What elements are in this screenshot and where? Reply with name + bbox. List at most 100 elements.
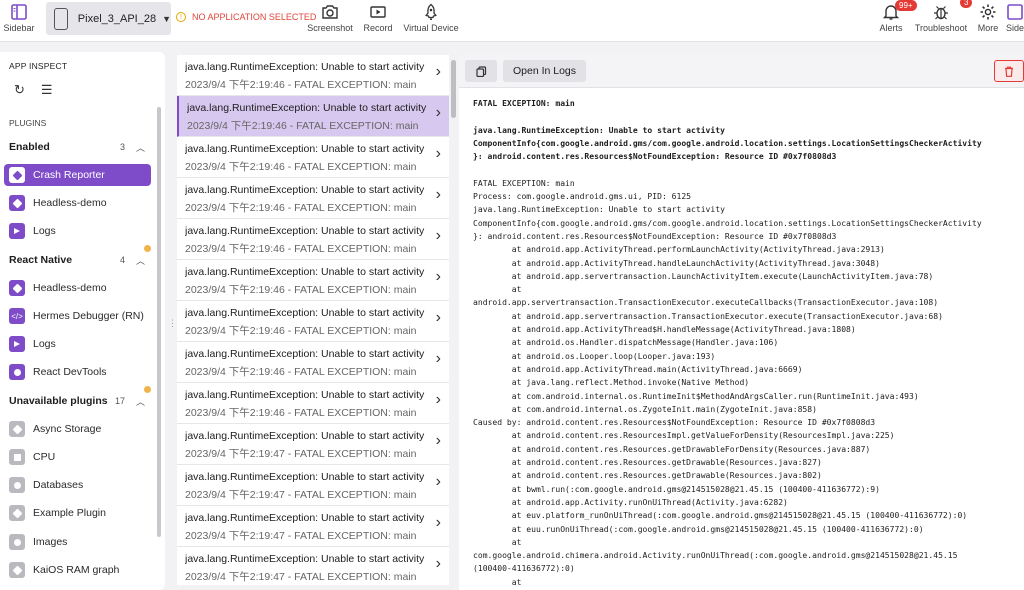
plugin-icon [9,195,25,211]
group-count: 3 [119,142,125,152]
crash-row[interactable]: java.lang.RuntimeException: Unable to st… [177,465,449,506]
crash-row[interactable]: java.lang.RuntimeException: Unable to st… [177,178,449,219]
plugin-hermes-debugger[interactable]: </> Hermes Debugger (RN) [4,305,151,327]
plugin-kaios-ram-graph[interactable]: KaiOS RAM graph [4,559,151,581]
trace-reason: java.lang.RuntimeException: Unable to st… [473,125,982,162]
crash-title: java.lang.RuntimeException: Unable to st… [185,184,425,196]
crash-title: java.lang.RuntimeException: Unable to st… [185,512,425,524]
chevron-right-icon: › [435,268,441,285]
crash-list: java.lang.RuntimeException: Unable to st… [177,55,449,585]
chevron-right-icon: › [435,227,441,244]
warning-icon: ! [176,12,186,22]
plugin-databases[interactable]: Databases [4,474,151,496]
notification-dot [144,245,151,252]
copy-button[interactable] [465,60,497,82]
crash-meta: 2023/9/4 下午2:19:47 - FATAL EXCEPTION: ma… [185,571,417,583]
sidebar-scrollbar[interactable] [157,107,161,537]
menu-icon[interactable]: ☰ [41,82,53,98]
delete-button[interactable] [994,60,1024,82]
crash-row[interactable]: java.lang.RuntimeException: Unable to st… [177,260,449,301]
crash-row[interactable]: java.lang.RuntimeException: Unable to st… [177,424,449,465]
crash-detail-panel: Open In Logs FATAL EXCEPTION: main java.… [459,55,1024,590]
chevron-right-icon: › [435,514,441,531]
trace-header: FATAL EXCEPTION: main [473,99,575,108]
crash-title: java.lang.RuntimeException: Unable to st… [185,389,425,401]
crash-meta: 2023/9/4 下午2:19:46 - FATAL EXCEPTION: ma… [185,366,417,378]
crash-row[interactable]: java.lang.RuntimeException: Unable to st… [177,506,449,547]
screenshot-button[interactable]: Screenshot [306,0,354,42]
plugin-example-plugin[interactable]: Example Plugin [4,502,151,524]
camera-icon [322,5,338,19]
group-react-native[interactable]: React Native 4 ︿ [0,245,155,271]
plugin-rn-logs[interactable]: Logs [4,333,151,355]
crash-meta: 2023/9/4 下午2:19:46 - FATAL EXCEPTION: ma… [185,284,417,296]
chevron-right-icon: › [435,145,441,162]
plugin-label: CPU [33,451,56,463]
chevron-right-icon: › [435,186,441,203]
chevron-right-icon: › [435,391,441,408]
chevron-right-icon: › [435,350,441,367]
plugin-label: Headless-demo [33,197,107,209]
more-button[interactable]: More [975,0,1001,42]
plugin-label: React DevTools [33,366,107,378]
plugin-icon [9,505,25,521]
plugin-rn-headless-demo[interactable]: Headless-demo [4,277,151,299]
open-in-logs-button[interactable]: Open In Logs [503,60,586,82]
crash-row[interactable]: java.lang.RuntimeException: Unable to st… [177,219,449,260]
side-panel-button[interactable]: Side [1006,0,1024,42]
trace-body: FATAL EXCEPTION: main Process: com.googl… [473,178,982,587]
crash-title: java.lang.RuntimeException: Unable to st… [185,266,425,278]
virtual-device-button[interactable]: Virtual Device [402,0,460,42]
crash-row[interactable]: java.lang.RuntimeException: Unable to st… [177,301,449,342]
crash-row[interactable]: java.lang.RuntimeException: Unable to st… [177,137,449,178]
crash-title: java.lang.RuntimeException: Unable to st… [185,348,425,360]
logs-icon [9,223,25,239]
chevron-up-icon: ︿ [135,142,145,153]
side-panel-icon [1007,4,1023,20]
plugin-headless-demo[interactable]: Headless-demo [4,192,151,214]
plugin-images[interactable]: Images [4,531,151,553]
trash-icon [1005,66,1013,77]
crash-row[interactable]: java.lang.RuntimeException: Unable to st… [177,342,449,383]
crash-row[interactable]: java.lang.RuntimeException: Unable to st… [177,55,449,96]
group-unavailable[interactable]: Unavailable plugins 17 ︿ [0,386,155,412]
plugin-async-storage[interactable]: Async Storage [4,418,151,440]
plugin-cpu[interactable]: CPU [4,446,151,468]
plugin-icon [9,562,25,578]
plugin-label: Async Storage [33,423,102,435]
plugin-label: Crash Reporter [33,169,105,181]
sidebar-toggle-button[interactable]: Sidebar [3,0,35,42]
chevron-right-icon: › [435,104,441,121]
plugin-logs[interactable]: Logs [4,220,151,242]
crash-title: java.lang.RuntimeException: Unable to st… [185,430,425,442]
chevron-up-icon: ︿ [135,255,145,266]
record-button[interactable]: Record [362,0,394,42]
crash-meta: 2023/9/4 下午2:19:47 - FATAL EXCEPTION: ma… [185,530,417,542]
plugin-label: Example Plugin [33,507,106,519]
plugin-crash-reporter[interactable]: Crash Reporter [4,164,151,186]
crash-row[interactable]: java.lang.RuntimeException: Unable to st… [177,547,449,585]
crash-title: java.lang.RuntimeException: Unable to st… [187,102,427,114]
group-enabled[interactable]: Enabled 3 ︿ [0,136,155,158]
cpu-icon [9,449,25,465]
copy-icon [475,65,486,77]
chevron-right-icon: › [435,432,441,449]
plugin-label: Headless-demo [33,282,107,294]
code-icon: </> [9,308,25,324]
sidebar-toggle-label: Sidebar [3,23,35,33]
troubleshoot-label: Troubleshoot [914,23,968,33]
crash-row[interactable]: java.lang.RuntimeException: Unable to st… [177,96,449,137]
crash-row[interactable]: java.lang.RuntimeException: Unable to st… [177,383,449,424]
plugin-sidebar: APP INSPECT ↻ ☰ PLUGINS Enabled 3 ︿ Cras… [0,52,165,590]
crash-list-scrollbar[interactable] [451,60,456,118]
toolbar: Sidebar Pixel_3_API_28 ▼ ! NO APPLICATIO… [0,0,1024,42]
group-name: React Native [9,254,73,266]
plugin-react-devtools[interactable]: React DevTools [4,361,151,383]
no-application-warning[interactable]: ! NO APPLICATION SELECTED [176,12,316,22]
refresh-icon[interactable]: ↻ [14,82,25,98]
group-name: Unavailable plugins [9,395,108,407]
panel-splitter-handle[interactable]: ⋮ [168,318,177,329]
troubleshoot-badge: 3 [960,0,973,8]
device-select[interactable]: Pixel_3_API_28 ▼ [46,2,171,35]
globe-icon [9,477,25,493]
